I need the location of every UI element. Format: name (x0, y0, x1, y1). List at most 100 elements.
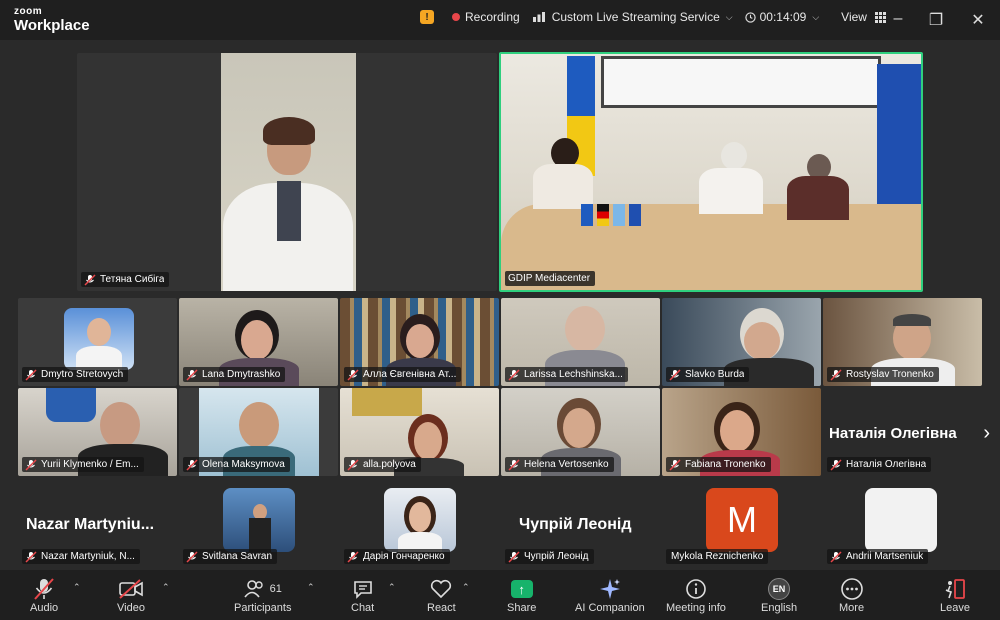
close-icon[interactable]: ✕ (968, 10, 988, 30)
mic-muted-icon (347, 458, 359, 471)
meeting-toolbar: Audio ⌃ Video ⌃ 61 Participants ⌃ Chat ⌃… (0, 570, 1000, 620)
live-streaming-menu[interactable]: Custom Live Streaming Service ⌵ (532, 10, 733, 24)
mic-muted-icon (830, 458, 842, 471)
gallery-tile[interactable]: M Mykola Reznichenko (662, 478, 821, 568)
zoom-logo: zoom Workplace (14, 6, 90, 34)
restore-icon[interactable]: ❐ (926, 10, 946, 30)
panelist-3-body (787, 176, 849, 220)
recording-dot-icon (452, 13, 460, 21)
audio-button[interactable]: Audio (30, 576, 58, 614)
mic-muted-icon (830, 368, 842, 381)
view-button[interactable]: View (841, 10, 886, 24)
video-options-chevron-icon[interactable]: ⌃ (162, 582, 170, 593)
participant-name-label: alla.polyova (344, 457, 421, 472)
chevron-down-icon: ⌵ (812, 11, 820, 22)
profile-picture (384, 488, 456, 552)
speaker-tile-gdip-mediacenter[interactable]: GDIP Mediacenter (499, 52, 923, 292)
more-button[interactable]: More (839, 576, 864, 614)
gallery-tile[interactable]: Nazar Martyniu... Nazar Martyniuk, N... (18, 478, 177, 568)
security-shield-icon[interactable]: ! (420, 10, 434, 24)
share-button[interactable]: ↑ Share (507, 576, 536, 614)
speaker-hair (263, 117, 315, 145)
participant-name-label: Helena Vertosenko (505, 457, 614, 472)
participant-name-label: Slavko Burda (666, 367, 750, 382)
panelist-1-body (533, 164, 593, 209)
mic-muted-icon (508, 368, 520, 381)
mic-muted-icon (186, 368, 198, 381)
gallery-tile[interactable]: Yurii Klymenko / Em... (18, 388, 177, 476)
leave-button[interactable]: Leave (940, 576, 970, 614)
gallery-tile[interactable]: Чупрій Леонід Чупрій Леонід (501, 478, 660, 568)
emblem (46, 388, 96, 422)
mic-muted-icon (669, 458, 681, 471)
language-button[interactable]: EN English (761, 576, 797, 614)
react-options-chevron-icon[interactable]: ⌃ (462, 582, 470, 593)
mic-muted-icon (669, 368, 681, 381)
table-flag-eu (629, 204, 641, 226)
participants-count: 61 (269, 583, 282, 595)
info-icon (686, 579, 706, 599)
signal-icon (532, 12, 545, 22)
speaker-tile-syhiha[interactable]: Тетяна Сибіга (77, 53, 497, 291)
participant-big-name: Чупрій Леонід (519, 516, 632, 533)
gallery-tile[interactable]: Larissa Lechshinska... (501, 298, 660, 386)
gallery-tile[interactable]: Дарія Гончаренко (340, 478, 499, 568)
mic-muted-icon (347, 368, 359, 381)
participant-name-label: Rostyslav Tronenko (827, 367, 939, 382)
language-badge-icon: EN (768, 578, 791, 600)
recording-indicator[interactable]: Recording (452, 10, 520, 24)
video-button[interactable]: Video (117, 576, 145, 614)
leave-door-icon (945, 579, 965, 599)
mic-muted-icon (84, 273, 96, 286)
video-feed (221, 53, 356, 291)
chat-button[interactable]: Chat (351, 576, 374, 614)
gallery-tile[interactable]: Fabiana Tronenko (662, 388, 821, 476)
more-dots-icon (840, 578, 863, 600)
audio-options-chevron-icon[interactable]: ⌃ (73, 582, 81, 593)
participants-options-chevron-icon[interactable]: ⌃ (307, 582, 315, 593)
gallery-tile[interactable]: Rostyslav Tronenko (823, 298, 982, 386)
meeting-status-bar: ! Recording Custom Live Streaming Servic… (420, 10, 886, 24)
ai-companion-button[interactable]: AI Companion (575, 576, 645, 614)
gallery-tile[interactable]: Andrii Martseniuk (823, 478, 982, 568)
participant-name-label: Mykola Reznichenko (666, 549, 769, 564)
heart-icon (431, 579, 452, 599)
gallery-tile[interactable]: Helena Vertosenko (501, 388, 660, 476)
panelist-2 (721, 142, 747, 170)
meeting-info-button[interactable]: Meeting info (666, 576, 726, 614)
next-page-chevron-icon[interactable]: › (983, 422, 990, 445)
flag-ukraine-top (567, 56, 595, 116)
gallery-tile[interactable]: Lana Dmytrashko (179, 298, 338, 386)
mic-muted-icon (186, 550, 198, 563)
participant-name-label: Andrii Martseniuk (827, 549, 929, 564)
gallery-tile[interactable]: Slavko Burda (662, 298, 821, 386)
table-flag-ukraine (581, 204, 593, 226)
table-flag-bavaria (613, 204, 625, 226)
clock-icon (744, 11, 756, 23)
chat-options-chevron-icon[interactable]: ⌃ (388, 582, 396, 593)
gallery-tile[interactable]: Svitlana Savran (179, 478, 338, 568)
participant-name-label: Fabiana Tronenko (666, 457, 771, 472)
avatar: M (706, 488, 778, 552)
minimize-icon[interactable]: – (888, 10, 908, 28)
meeting-timer[interactable]: 00:14:09 ⌵ (744, 10, 820, 24)
react-button[interactable]: React (427, 576, 456, 614)
mic-muted-icon (25, 458, 37, 471)
mic-muted-icon (508, 458, 520, 471)
participant-name-label: Чупрій Леонід (505, 549, 594, 564)
gallery-tile[interactable]: Алла Євгенівна Ат... (340, 298, 499, 386)
participant-big-name: Наталія Олегівна (829, 425, 957, 442)
mic-muted-icon (25, 368, 37, 381)
gallery-tile[interactable]: Наталія Олегівна Наталія Олегівна (823, 388, 982, 476)
video-stage: Тетяна Сибіга GDIP Mediacenter Dmytro St… (0, 40, 1000, 570)
participant-name-label: Dmytro Stretovych (22, 367, 129, 382)
participants-button[interactable]: 61 Participants (234, 576, 291, 614)
participant-name-label: GDIP Mediacenter (505, 271, 596, 286)
panelist-2-body (699, 168, 763, 214)
gallery-tile[interactable]: Dmytro Stretovych (18, 298, 177, 386)
title-bar: zoom Workplace ! Recording Custom Live S… (0, 0, 1000, 40)
profile-picture (64, 308, 134, 370)
gallery-tile[interactable]: Olena Maksymova (179, 388, 338, 476)
screen-display (601, 56, 881, 108)
gallery-tile[interactable]: alla.polyova (340, 388, 499, 476)
